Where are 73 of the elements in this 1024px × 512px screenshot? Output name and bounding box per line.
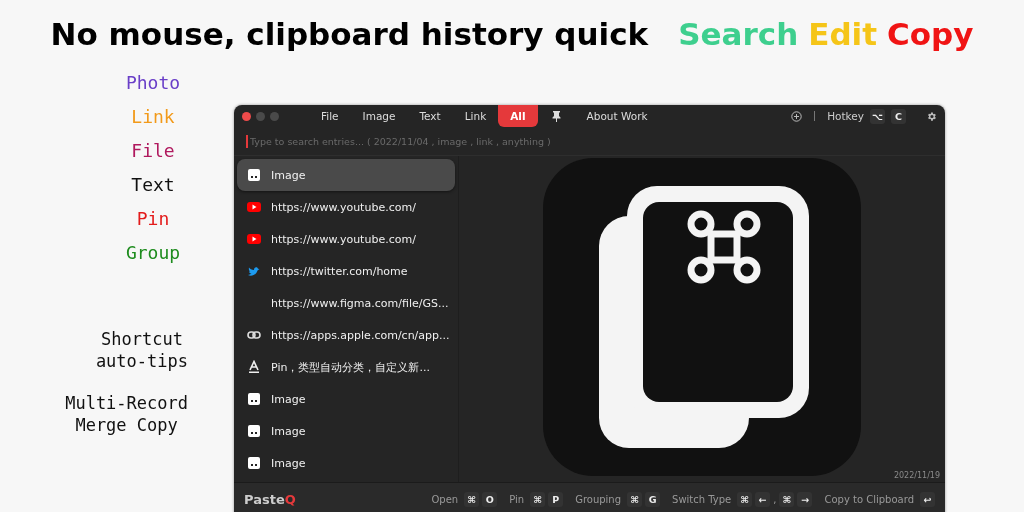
clipboard-entry[interactable]: Image	[237, 447, 455, 479]
feature-label: Link	[130, 105, 176, 128]
clipboard-entry[interactable]: Image	[237, 383, 455, 415]
hotkey-label: Hotkey	[827, 110, 864, 122]
key-cap: C	[891, 108, 906, 124]
clipboard-entry[interactable]: Image	[237, 415, 455, 447]
entry-text: https://apps.apple.com/cn/app...	[271, 328, 450, 342]
headline-word: Search	[678, 16, 799, 52]
play-icon	[247, 232, 261, 246]
brand-logo: PasteQ	[244, 491, 296, 507]
key-cap: ←	[755, 491, 771, 507]
image-icon	[247, 392, 261, 406]
entry-date: 2022/11/19	[893, 471, 940, 480]
key-cap: ⌘	[627, 491, 643, 507]
entry-text: Image	[271, 456, 306, 470]
clipboard-entry[interactable]: https://www.figma.com/file/GS...	[237, 287, 455, 319]
entry-text: https://www.youtube.com/	[271, 200, 416, 214]
clipboard-entry[interactable]: https://www.youtube.com/	[237, 191, 455, 223]
add-icon[interactable]	[791, 110, 803, 122]
key-cap: ⌥	[870, 108, 885, 124]
key-cap: ⌘	[530, 491, 546, 507]
feature-note: Multi-Record Merge Copy	[65, 392, 188, 436]
settings-icon[interactable]	[926, 110, 937, 122]
key-cap: ⌘	[737, 491, 753, 507]
feature-label: Text	[130, 173, 176, 196]
entry-text: https://twitter.com/home	[271, 264, 408, 278]
tab[interactable]: Image	[350, 105, 408, 127]
feature-note: Shortcut auto-tips	[95, 328, 188, 372]
shortcut-label: Open	[431, 493, 459, 505]
close-button[interactable]	[242, 111, 251, 121]
about-tab[interactable]: About Work	[574, 105, 660, 127]
search-field[interactable]: Type to search entries... ( 2022/11/04 , image , link , anything )	[246, 134, 933, 148]
shortcut-label: Copy to Clipboard	[824, 493, 914, 505]
feature-label: Pin	[135, 207, 171, 230]
entry-text: https://www.youtube.com/	[271, 232, 416, 246]
clipboard-entry[interactable]: https://twitter.com/home	[237, 255, 455, 287]
play-icon	[247, 200, 261, 214]
key-cap: →	[797, 491, 813, 507]
entry-text: Image	[271, 424, 306, 438]
headline-word: Edit	[808, 16, 878, 52]
tab[interactable]: Text	[407, 105, 453, 127]
entry-text: Image	[271, 392, 306, 406]
entry-text: https://www.figma.com/file/GS...	[271, 296, 449, 310]
tab[interactable]: All	[498, 105, 538, 127]
entry-text: Pin，类型自动分类，自定义新...	[271, 359, 430, 375]
shortcut-label: Pin	[509, 493, 525, 505]
text-format-icon	[247, 360, 261, 374]
clipboard-entry[interactable]: Pin，类型自动分类，自定义新...	[237, 351, 455, 383]
tab[interactable]: Link	[452, 105, 499, 127]
image-icon	[247, 456, 261, 470]
feature-label: Group	[124, 241, 182, 264]
image-icon	[247, 168, 261, 182]
key-cap: G	[645, 491, 661, 507]
separator: ,	[773, 493, 777, 505]
link-icon	[247, 328, 261, 342]
key-cap: ↩	[920, 491, 935, 507]
entry-text: Image	[271, 168, 306, 182]
shortcut-label: Grouping	[575, 493, 622, 505]
key-cap: O	[482, 491, 498, 507]
key-cap: ⌘	[464, 491, 480, 507]
feature-label: Photo	[124, 71, 182, 94]
headline: No mouse, clipboard history quick	[50, 16, 649, 52]
clipboard-entry[interactable]: https://www.youtube.com/	[237, 223, 455, 255]
key-cap: ⌘	[779, 491, 795, 507]
headline-word: Copy	[887, 16, 974, 52]
tab[interactable]: File	[309, 105, 351, 127]
feature-label: File	[130, 139, 176, 162]
clipboard-entry[interactable]: Image	[237, 159, 455, 191]
key-cap: P	[548, 491, 564, 507]
image-icon	[247, 424, 261, 438]
clipboard-entry[interactable]: https://apps.apple.com/cn/app...	[237, 319, 455, 351]
shortcut-label: Switch Type	[672, 493, 732, 505]
pin-icon	[551, 110, 561, 122]
